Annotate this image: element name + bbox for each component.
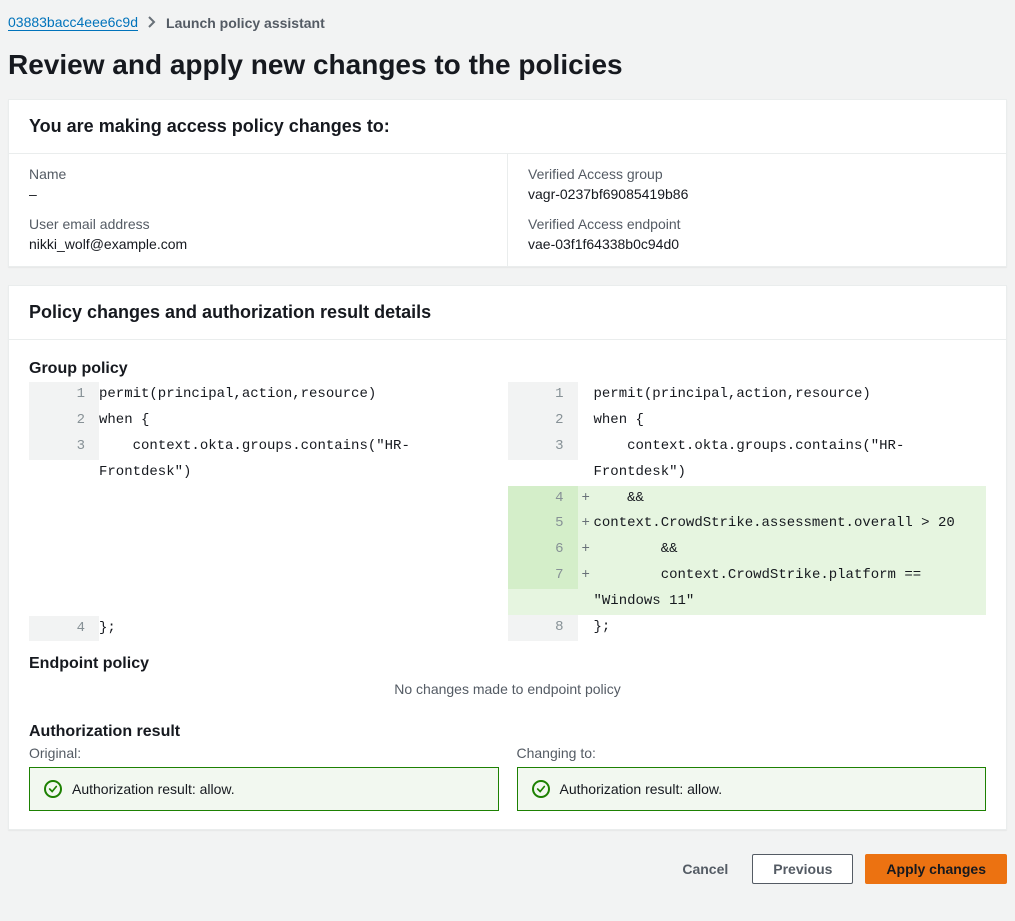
chevron-right-icon — [148, 15, 156, 31]
diff-marker: + — [578, 511, 594, 537]
kv-column-left: Name – User email address nikki_wolf@exa… — [9, 154, 507, 266]
breadcrumb-resource-link[interactable]: 03883bacc4eee6c9d — [8, 14, 138, 31]
diff-row: 1 permit(principal,action,resource) — [508, 382, 987, 408]
line-number: 4 — [508, 486, 578, 512]
diff-row: 8}; — [508, 615, 987, 641]
diff-row: 3 context.okta.groups.contains("HR-Front… — [508, 434, 987, 486]
diff-row: 7+ context.CrowdStrike.platform == "Wind… — [508, 563, 987, 615]
endpoint-label: Verified Access endpoint — [528, 216, 986, 232]
line-number: 2 — [508, 408, 578, 434]
code-content: permit(principal,action,resource) — [594, 382, 987, 408]
check-circle-icon — [532, 780, 550, 798]
code-content: context.okta.groups.contains("HR-Frontde… — [594, 434, 987, 486]
check-circle-icon — [44, 780, 62, 798]
line-number: 7 — [508, 563, 578, 589]
diff-right-side: 1 permit(principal,action,resource) 2 when … — [508, 382, 987, 641]
diff-row — [29, 564, 508, 590]
code-content: when { — [594, 408, 987, 434]
auth-changing-result-box: Authorization result: allow. — [517, 767, 987, 811]
endpoint-policy-title: Endpoint policy — [29, 655, 986, 673]
line-number: 3 — [508, 434, 578, 460]
auth-original-result-text: Authorization result: allow. — [72, 781, 235, 797]
diff-row: 5+context.CrowdStrike.assessment.overall… — [508, 511, 987, 537]
name-label: Name — [29, 166, 487, 182]
diff-row: 4+ && — [508, 486, 987, 512]
auth-changing-result-text: Authorization result: allow. — [560, 781, 723, 797]
group-policy-title: Group policy — [29, 360, 986, 378]
group-policy-diff: 1permit(principal,action,resource)2when … — [29, 382, 986, 641]
line-number: 2 — [29, 408, 99, 434]
group-value: vagr-0237bf69085419b86 — [528, 186, 986, 202]
apply-changes-button[interactable]: Apply changes — [865, 854, 1007, 884]
endpoint-value: vae-03f1f64338b0c94d0 — [528, 236, 986, 252]
code-content: && — [594, 537, 987, 563]
kv-column-right: Verified Access group vagr-0237bf6908541… — [507, 154, 1006, 266]
policy-details-panel: Policy changes and authorization result … — [8, 285, 1007, 830]
code-content: context.okta.groups.contains("HR-Frontde… — [99, 434, 508, 486]
code-content: }; — [99, 616, 508, 642]
code-content: context.CrowdStrike.assessment.overall >… — [594, 511, 987, 537]
diff-row — [29, 538, 508, 564]
auth-original-result-box: Authorization result: allow. — [29, 767, 499, 811]
diff-row — [29, 486, 508, 512]
name-value: – — [29, 186, 487, 202]
auth-result-title: Authorization result — [29, 723, 986, 741]
code-content: permit(principal,action,resource) — [99, 382, 508, 408]
code-content: && — [594, 486, 987, 512]
diff-row: 4}; — [29, 616, 508, 642]
cancel-button[interactable]: Cancel — [670, 855, 740, 883]
line-number: 4 — [29, 616, 99, 642]
access-policy-changes-panel: You are making access policy changes to:… — [8, 99, 1007, 267]
previous-button[interactable]: Previous — [752, 854, 853, 884]
diff-row: 2 when { — [508, 408, 987, 434]
diff-row — [29, 590, 508, 616]
code-content: }; — [594, 615, 987, 641]
page-title: Review and apply new changes to the poli… — [8, 39, 1007, 99]
footer-actions: Cancel Previous Apply changes — [8, 848, 1007, 884]
breadcrumb: 03883bacc4eee6c9d Launch policy assistan… — [8, 0, 1007, 39]
diff-marker: + — [578, 486, 594, 512]
panel-title: You are making access policy changes to: — [9, 100, 1006, 154]
diff-row: 1permit(principal,action,resource) — [29, 382, 508, 408]
line-number: 1 — [508, 382, 578, 408]
code-content: when { — [99, 408, 508, 434]
line-number: 6 — [508, 537, 578, 563]
auth-original-label: Original: — [29, 745, 499, 761]
line-number: 1 — [29, 382, 99, 408]
code-content: context.CrowdStrike.platform == "Windows… — [594, 563, 987, 615]
diff-marker: + — [578, 563, 594, 589]
diff-row: 3 context.okta.groups.contains("HR-Front… — [29, 434, 508, 486]
group-label: Verified Access group — [528, 166, 986, 182]
diff-left-side: 1permit(principal,action,resource)2when … — [29, 382, 508, 641]
diff-marker: + — [578, 537, 594, 563]
email-value: nikki_wolf@example.com — [29, 236, 487, 252]
diff-row — [29, 512, 508, 538]
line-number: 5 — [508, 511, 578, 537]
diff-row: 2when { — [29, 408, 508, 434]
email-label: User email address — [29, 216, 487, 232]
endpoint-no-changes: No changes made to endpoint policy — [29, 677, 986, 709]
panel-title: Policy changes and authorization result … — [9, 286, 1006, 340]
line-number: 8 — [508, 615, 578, 641]
diff-row: 6+ && — [508, 537, 987, 563]
breadcrumb-current: Launch policy assistant — [166, 15, 325, 31]
auth-changing-label: Changing to: — [517, 745, 987, 761]
line-number: 3 — [29, 434, 99, 460]
